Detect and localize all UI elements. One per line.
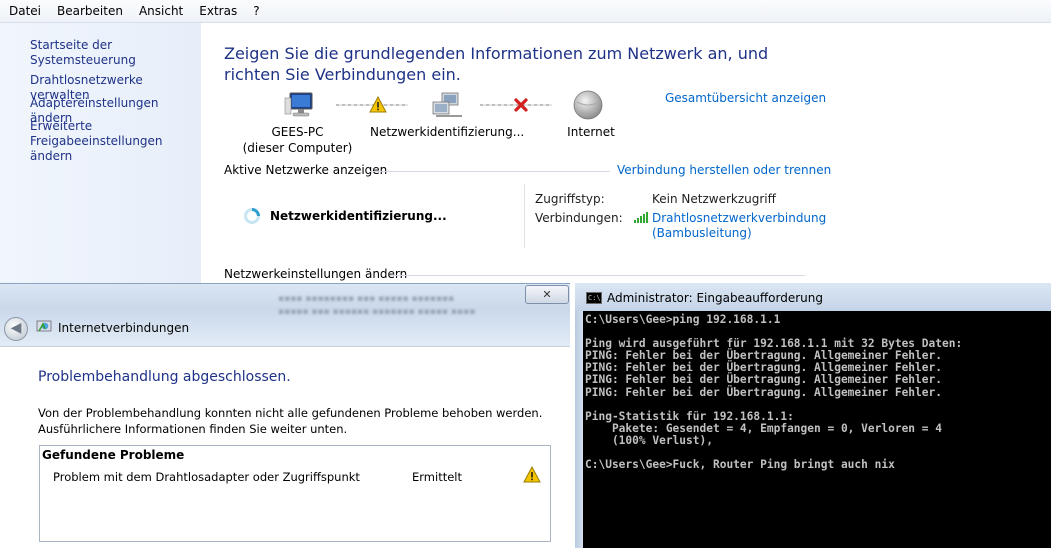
- problem-name: Problem mit dem Drahtlosadapter oder Zug…: [53, 470, 360, 484]
- computer-icon[interactable]: [284, 90, 318, 120]
- connect-disconnect-link[interactable]: Verbindung herstellen oder trennen: [617, 163, 831, 177]
- active-networks-header: Aktive Netzwerke anzeigen: [224, 163, 388, 177]
- menu-bar: Datei Bearbeiten Ansicht Extras?: [0, 0, 1051, 23]
- troubleshooter-heading: Problembehandlung abgeschlossen.: [38, 369, 291, 385]
- computer-sublabel: (dieser Computer): [242, 141, 353, 155]
- wireless-connection-ssid[interactable]: (Bambusleitung): [652, 226, 752, 240]
- cmd-line: [585, 325, 592, 338]
- troubleshooter-body: Problembehandlung abgeschlossen. Von der…: [0, 346, 570, 550]
- troubleshooter-app-icon: [36, 320, 52, 334]
- internet-label: Internet: [567, 125, 615, 139]
- menu-extras[interactable]: Extras: [190, 0, 244, 18]
- cmd-line: [585, 446, 592, 459]
- blurred-background-text: ▪▪▪▪ ▪▪▪▪▪▪▪▪ ▪▪▪ ▪▪▪▪▪ ▪▪▪▪▪▪▪: [278, 294, 455, 304]
- network-label: Netzwerkidentifizierung...: [370, 125, 525, 139]
- sidebar-item-startseite[interactable]: Startseite der Systemsteuerung: [30, 38, 201, 68]
- blurred-background-text: ▪▪▪▪▪ ▪▪▪ ▪▪▪▪▪▪ ▪▪▪▪▪▪▪ ▪▪▪▪▪ ▪▪▪▪: [278, 307, 476, 317]
- cmd-frame: [575, 311, 583, 548]
- problem-status: Ermittelt: [412, 470, 462, 484]
- cmd-titlebar[interactable]: C:\ Administrator: Eingabeaufforderung: [575, 283, 1051, 311]
- globe-icon[interactable]: [572, 90, 604, 122]
- cmd-line: Ping-Statistik für 192.168.1.1:: [585, 409, 794, 423]
- warning-icon[interactable]: [369, 95, 387, 113]
- cmd-app-icon: C:\: [586, 292, 602, 304]
- found-problems-list: Gefundene Probleme Problem mit dem Draht…: [39, 445, 551, 542]
- menu-ansicht[interactable]: Ansicht: [130, 0, 190, 18]
- section-divider: [390, 275, 805, 276]
- sidebar-item-erweiterte[interactable]: Erweiterte: [30, 119, 92, 134]
- signal-strength-icon: [634, 211, 648, 223]
- cmd-line: Pakete: Gesendet = 4, Empfangen = 0, Ver…: [585, 421, 942, 435]
- troubleshooter-titlebar: ▪▪▪▪ ▪▪▪▪▪▪▪▪ ▪▪▪ ▪▪▪▪▪ ▪▪▪▪▪▪▪ ▪▪▪▪▪ ▪▪…: [0, 284, 570, 346]
- sidebar: Startseite der Systemsteuerung Drahtlosn…: [0, 23, 201, 283]
- access-type-label: Zugriffstyp:: [535, 192, 605, 206]
- troubleshooter-window: ▪▪▪▪ ▪▪▪▪▪▪▪▪ ▪▪▪ ▪▪▪▪▪ ▪▪▪▪▪▪▪ ▪▪▪▪▪ ▪▪…: [0, 283, 570, 550]
- cmd-line: (100% Verlust),: [585, 433, 713, 447]
- computer-label: GEES-PC: [271, 125, 324, 139]
- wireless-connection-link[interactable]: Drahtlosnetzwerkverbindung: [652, 211, 826, 225]
- sidebar-item-freigabeeinstellungen[interactable]: Freigabeeinstellungen ändern: [30, 134, 201, 164]
- access-type-value: Kein Netzwerkzugriff: [652, 192, 776, 206]
- menu-help[interactable]: ?: [244, 0, 266, 18]
- cmd-line: PING: Fehler bei der Übertragung. Allgem…: [585, 385, 942, 399]
- menu-bearbeiten[interactable]: Bearbeiten: [48, 0, 130, 18]
- troubleshooter-title: Internetverbindungen: [58, 321, 190, 335]
- problem-row[interactable]: Problem mit dem Drahtlosadapter oder Zug…: [40, 464, 550, 488]
- change-settings-header: Netzwerkeinstellungen ändern: [224, 267, 408, 281]
- cmd-console[interactable]: C:\Users\Gee>ping 192.168.1.1 Ping wird …: [583, 311, 1051, 548]
- close-button[interactable]: ✕: [525, 285, 569, 304]
- identifying-network-name: Netzwerkidentifizierung...: [270, 209, 447, 223]
- network-icon[interactable]: [430, 90, 464, 120]
- cmd-output[interactable]: C:\Users\Gee>ping 192.168.1.1 Ping wird …: [583, 311, 1051, 471]
- cmd-line: PING: Fehler bei der Übertragung. Allgem…: [585, 373, 942, 387]
- page-title: Zeigen Sie die grundlegenden Information…: [224, 44, 769, 84]
- cmd-line: C:\Users\Gee>ping 192.168.1.1: [585, 313, 781, 326]
- error-x-icon[interactable]: [513, 97, 529, 113]
- back-arrow-icon[interactable]: ◀: [4, 317, 28, 341]
- cmd-line: [585, 398, 592, 411]
- troubleshooter-text-1: Von der Problembehandlung konnten nicht …: [38, 406, 543, 420]
- spinner-icon: [243, 207, 261, 225]
- cmd-title: Administrator: Eingabeaufforderung: [607, 291, 823, 305]
- section-divider: [370, 171, 610, 172]
- vertical-divider: [524, 184, 525, 248]
- connections-label: Verbindungen:: [535, 211, 623, 225]
- cmd-line: C:\Users\Gee>Fuck, Router Ping bringt au…: [585, 458, 895, 472]
- overview-link[interactable]: Gesamtübersicht anzeigen: [665, 91, 826, 105]
- found-problems-header: Gefundene Probleme: [42, 448, 185, 462]
- command-prompt-window: C:\ Administrator: Eingabeaufforderung C…: [575, 283, 1051, 548]
- warning-icon: [523, 465, 541, 483]
- troubleshooter-text-2: Ausführlichere Informationen finden Sie …: [38, 422, 348, 436]
- menu-datei[interactable]: Datei: [0, 0, 48, 18]
